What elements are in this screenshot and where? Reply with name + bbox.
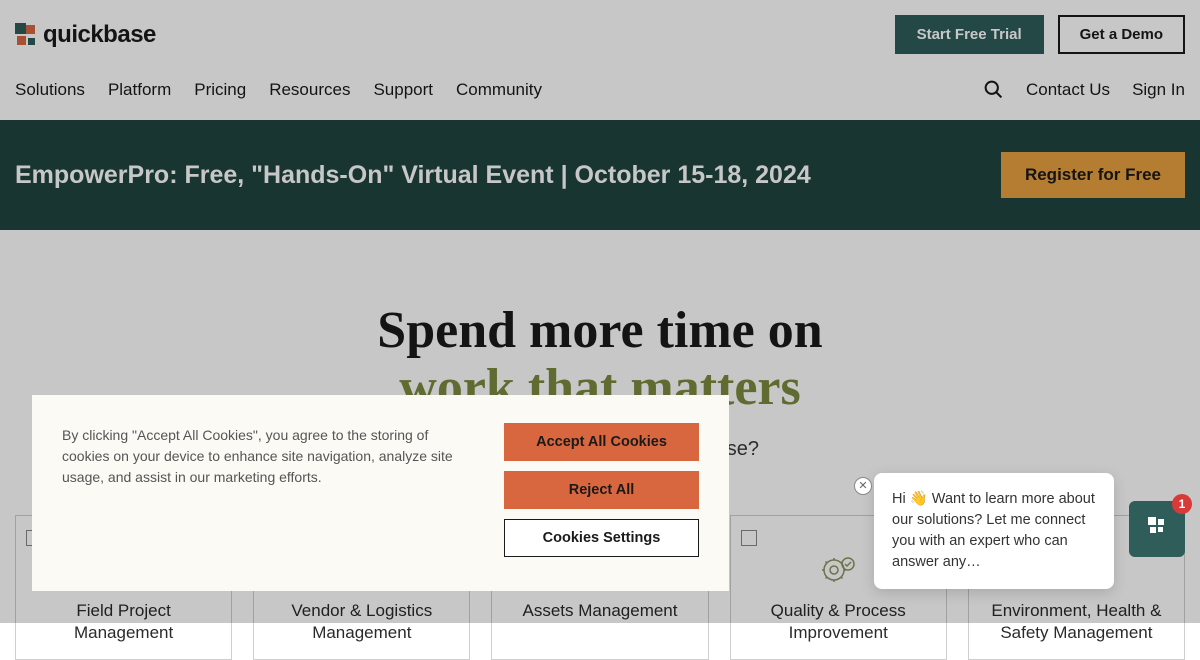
accept-cookies-button[interactable]: Accept All Cookies: [504, 423, 699, 461]
cookie-consent-modal: By clicking "Accept All Cookies", you ag…: [32, 395, 729, 591]
chat-icon: [1145, 514, 1169, 543]
brand-name: quickbase: [43, 21, 156, 49]
register-button[interactable]: Register for Free: [1001, 152, 1185, 198]
cookie-text: By clicking "Accept All Cookies", you ag…: [62, 423, 474, 557]
chat-close-icon[interactable]: ✕: [854, 477, 872, 495]
search-icon[interactable]: [983, 79, 1004, 100]
nav-contact[interactable]: Contact Us: [1026, 80, 1110, 100]
banner-text: EmpowerPro: Free, "Hands-On" Virtual Eve…: [15, 161, 811, 190]
nav-signin[interactable]: Sign In: [1132, 80, 1185, 100]
reject-cookies-button[interactable]: Reject All: [504, 471, 699, 509]
nav-community[interactable]: Community: [456, 80, 542, 100]
nav-platform[interactable]: Platform: [108, 80, 171, 100]
logo-mark-icon: [15, 23, 37, 47]
nav-pricing[interactable]: Pricing: [194, 80, 246, 100]
card-title: Assets Management: [523, 600, 678, 622]
cookie-settings-button[interactable]: Cookies Settings: [504, 519, 699, 557]
start-trial-button[interactable]: Start Free Trial: [895, 15, 1044, 54]
get-demo-button[interactable]: Get a Demo: [1058, 15, 1185, 54]
gear-badge-icon: [818, 550, 858, 590]
nav-resources[interactable]: Resources: [269, 80, 350, 100]
card-title: Vendor & Logistics Management: [264, 600, 459, 644]
chat-bubble[interactable]: Hi 👋 Want to learn more about our soluti…: [874, 473, 1114, 589]
card-title: Field Project Management: [26, 600, 221, 644]
card-title: Quality & Process Improvement: [741, 600, 936, 644]
nav-solutions[interactable]: Solutions: [15, 80, 85, 100]
chat-badge: 1: [1172, 494, 1192, 514]
hero-title-line1: Spend more time on: [20, 302, 1180, 359]
nav-support[interactable]: Support: [373, 80, 433, 100]
promo-banner: EmpowerPro: Free, "Hands-On" Virtual Eve…: [0, 120, 1200, 230]
brand-logo[interactable]: quickbase: [15, 21, 156, 49]
card-title: Environment, Health & Safety Management: [979, 600, 1174, 644]
chat-launcher-button[interactable]: 1: [1129, 501, 1185, 557]
checkbox-icon[interactable]: [741, 530, 757, 546]
